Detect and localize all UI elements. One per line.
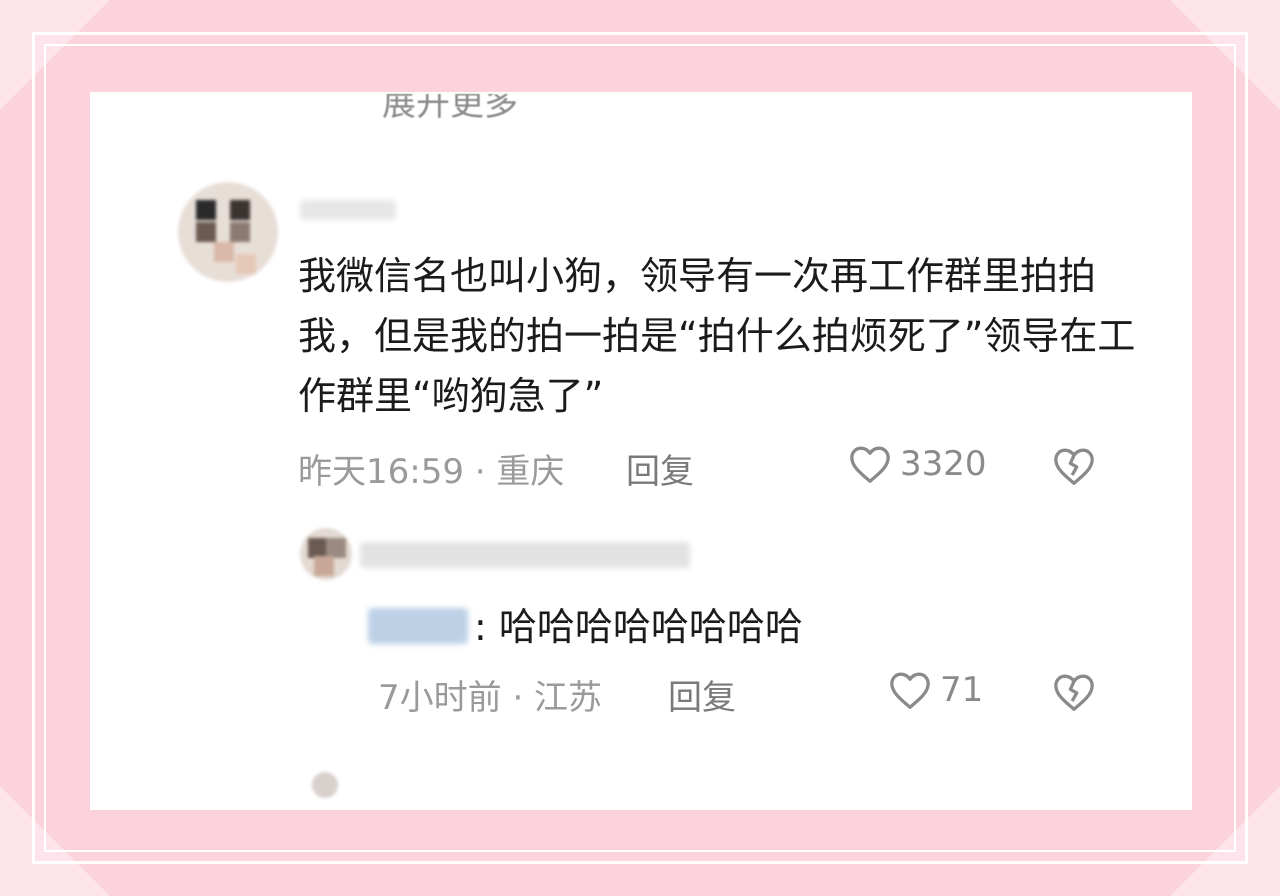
reply-username-blurred[interactable] xyxy=(360,542,690,568)
broken-heart-icon xyxy=(1052,446,1096,486)
comment-card: 展开更多 我微信名也叫小狗，领导有一次再工作群里拍拍我，但是我的拍一拍是“拍什么… xyxy=(90,92,1192,810)
next-comment-avatar[interactable] xyxy=(312,772,338,798)
broken-heart-icon xyxy=(1052,672,1096,712)
reply-meta: 7小时前 · 江苏 xyxy=(378,678,603,718)
reply-reply-button[interactable]: 回复 xyxy=(668,670,736,719)
reply-button[interactable]: 回复 xyxy=(626,444,694,493)
dislike-button[interactable] xyxy=(1052,446,1096,486)
heart-icon xyxy=(888,670,932,710)
reply-avatar[interactable] xyxy=(300,528,352,580)
reply-dislike-button[interactable] xyxy=(1052,672,1096,712)
like-button[interactable]: 3320 xyxy=(848,444,987,484)
reply-like-count: 71 xyxy=(940,670,984,710)
reply-text: : 哈哈哈哈哈哈哈哈 xyxy=(474,605,803,649)
expand-more-text[interactable]: 展开更多 xyxy=(382,94,518,120)
comment-meta: 昨天16:59 · 重庆 xyxy=(298,452,565,492)
mention-blurred[interactable] xyxy=(368,608,468,644)
avatar[interactable] xyxy=(178,182,278,282)
username-blurred[interactable] xyxy=(300,200,396,220)
heart-icon xyxy=(848,444,892,484)
like-count: 3320 xyxy=(900,444,987,484)
reply-like-button[interactable]: 71 xyxy=(888,670,983,710)
comment-text: 我微信名也叫小狗，领导有一次再工作群里拍拍我，但是我的拍一拍是“拍什么拍烦死了”… xyxy=(298,254,1136,418)
